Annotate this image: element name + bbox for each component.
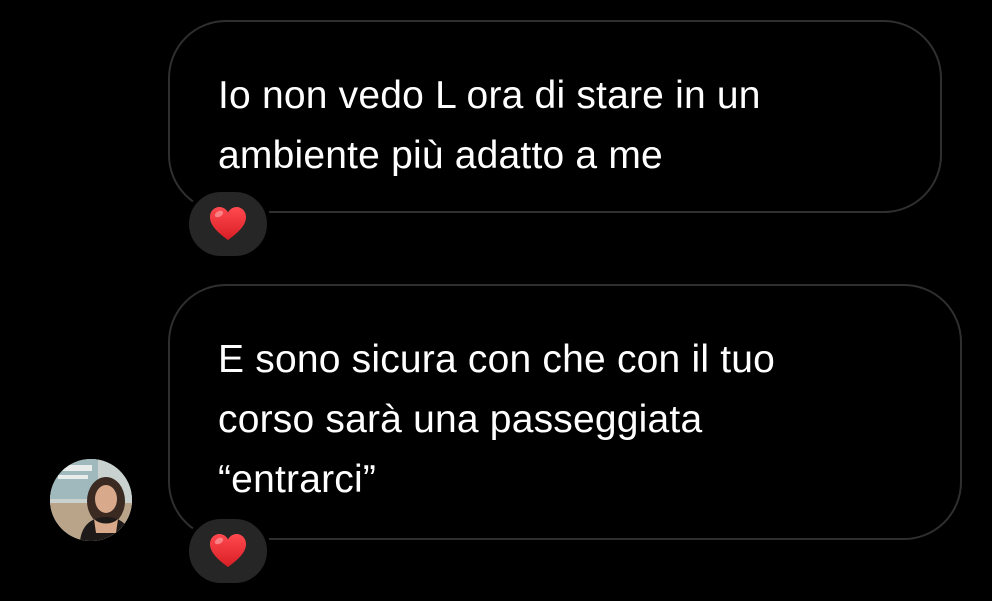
message-bubble[interactable]: E sono sicura con che con il tuo corso s… bbox=[168, 284, 962, 540]
message-text: E sono sicura con che con il tuo corso s… bbox=[218, 338, 776, 501]
message-text: Io non vedo L ora di stare in un ambient… bbox=[218, 74, 761, 177]
message-bubble[interactable]: Io non vedo L ora di stare in un ambient… bbox=[168, 20, 942, 213]
heart-icon bbox=[210, 207, 246, 240]
reaction-badge[interactable] bbox=[185, 188, 271, 260]
avatar-photo bbox=[50, 459, 132, 541]
heart-icon bbox=[210, 534, 246, 567]
avatar[interactable] bbox=[50, 459, 132, 541]
reaction-badge[interactable] bbox=[185, 515, 271, 587]
